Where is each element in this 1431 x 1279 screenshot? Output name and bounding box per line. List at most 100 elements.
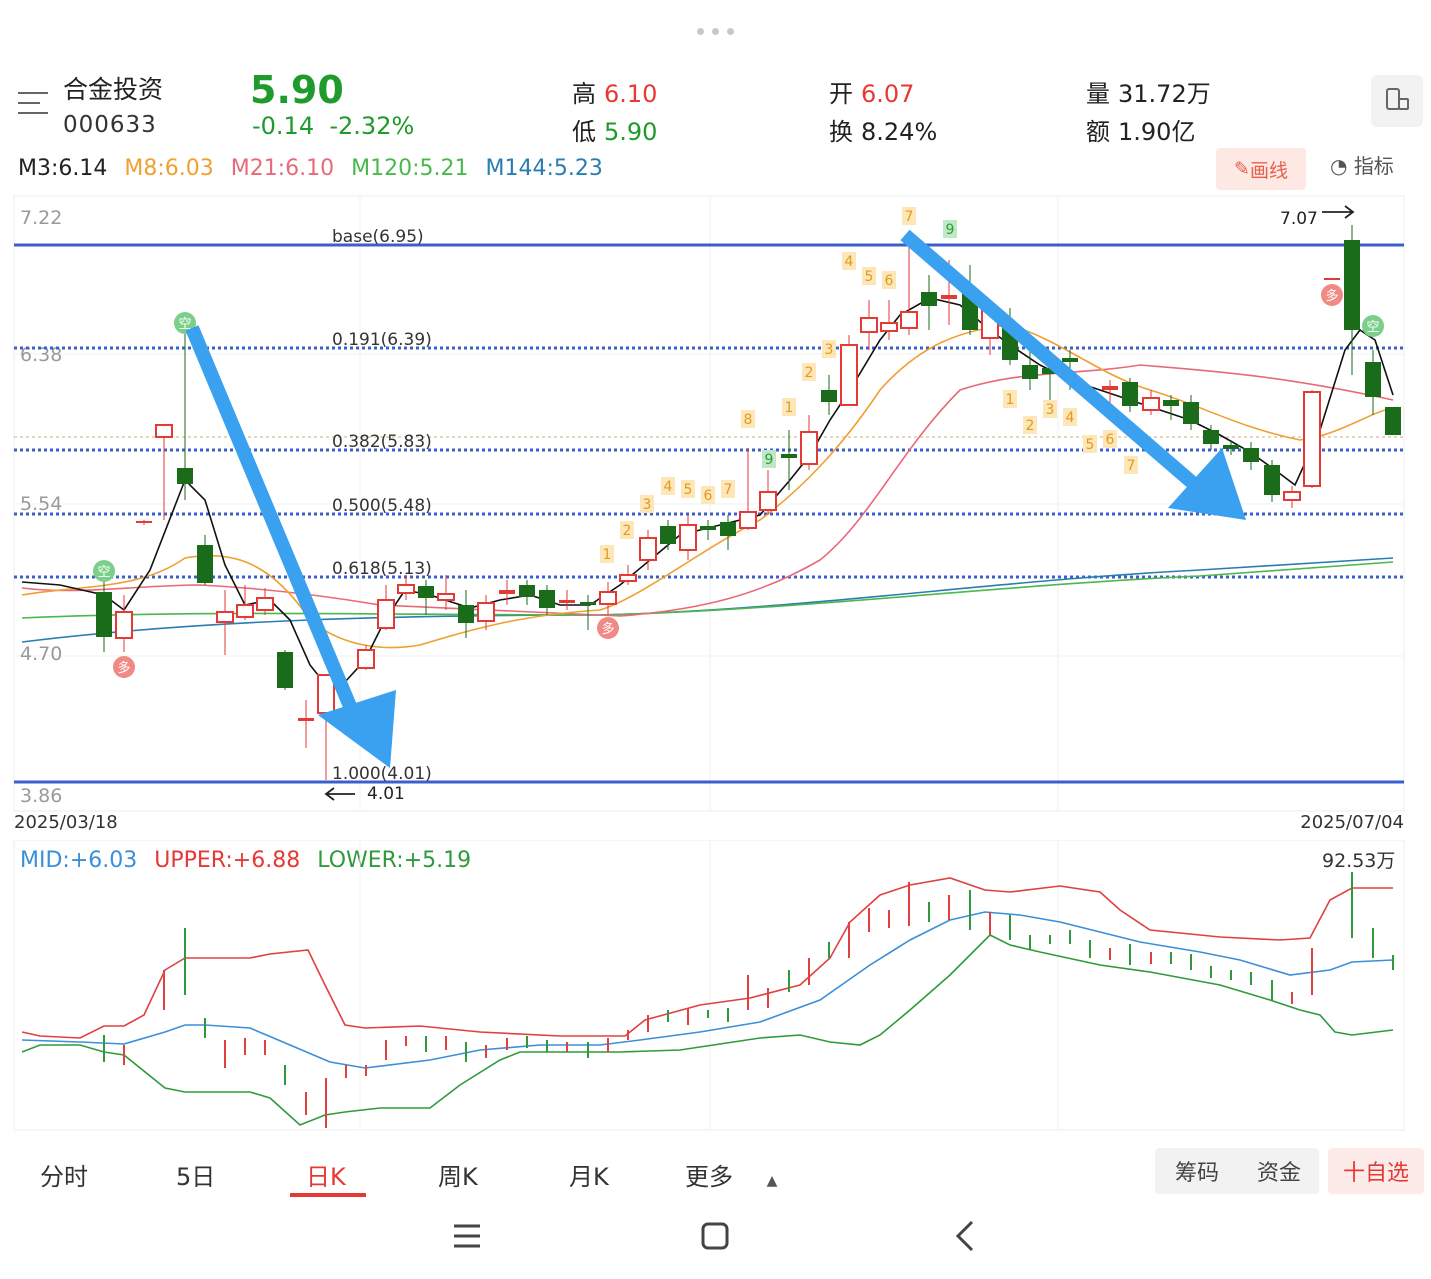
device-rotate-icon[interactable]: [1371, 75, 1423, 127]
td-number: 6: [704, 488, 713, 504]
candle-down: [781, 454, 797, 458]
volume-label: 量: [1086, 80, 1110, 108]
candle-down: [720, 522, 736, 536]
tab-monthly-k[interactable]: 月K: [569, 1157, 609, 1192]
tab-5day[interactable]: 5日: [176, 1157, 215, 1192]
td-number: 2: [1026, 418, 1035, 434]
y-label: 7.22: [20, 207, 62, 229]
fib-label: 0.500(5.48): [332, 496, 432, 516]
indicator-button[interactable]: ◔ 指标: [1330, 150, 1394, 179]
funds-button[interactable]: 资金: [1239, 1148, 1319, 1194]
candle-down: [1223, 445, 1239, 449]
td-number: 7: [1127, 458, 1136, 474]
candle-up: [759, 491, 777, 511]
candle-down: [1385, 407, 1401, 435]
open-label: 开: [829, 80, 853, 108]
sell-signal-text: 空: [97, 565, 110, 580]
candle-down: [1264, 465, 1280, 495]
tab-more[interactable]: 更多 ▲: [685, 1157, 777, 1192]
sell-signal-text: 空: [1366, 320, 1379, 335]
fib-label: 0.382(5.83): [332, 432, 432, 452]
candle-up: [599, 591, 617, 605]
chips-button[interactable]: 筹码: [1155, 1148, 1239, 1194]
candle-down: [580, 602, 596, 605]
ma-legend: M3:6.14 M8:6.03 M21:6.10 M120:5.21 M144:…: [18, 156, 613, 181]
candle-down: [921, 292, 937, 306]
candle-down: [1243, 448, 1259, 462]
amount-stat: 额 1.90亿: [1086, 112, 1195, 147]
high-label: 高: [572, 80, 596, 108]
tab-weekly-k[interactable]: 周K: [438, 1157, 478, 1192]
home-icon[interactable]: [701, 1222, 729, 1250]
buy-signal-text: 多: [601, 621, 614, 637]
candle-up: [357, 649, 375, 669]
boll-ticks: [103, 872, 1394, 1128]
candle-up: [1142, 397, 1160, 411]
td-number: 4: [1066, 410, 1075, 426]
candle-up: [880, 322, 898, 332]
low-value: 5.90: [604, 118, 658, 146]
down-arrow-head-icon: [1168, 448, 1246, 520]
candle-up: [739, 511, 757, 529]
candle-up: [619, 574, 637, 582]
high-stat: 高 6.10: [572, 74, 657, 109]
td-number: 5: [1086, 437, 1095, 453]
tab-more-label: 更多: [685, 1163, 733, 1191]
drag-handle[interactable]: [697, 28, 734, 35]
left-arrow-icon: [324, 787, 355, 801]
y-label: 3.86: [20, 785, 62, 807]
tab-daily-k[interactable]: 日K: [306, 1157, 346, 1192]
menu-icon[interactable]: [18, 90, 48, 116]
amount-value: 1.90亿: [1118, 118, 1196, 146]
candle-up: [1324, 278, 1340, 280]
volume-stat: 量 31.72万: [1086, 74, 1211, 109]
start-date: 2025/03/18: [14, 812, 118, 833]
candle-down: [700, 526, 716, 530]
boll-chart[interactable]: [0, 840, 1431, 1140]
active-tab-indicator: [290, 1193, 366, 1197]
add-watchlist-button[interactable]: 十自选: [1328, 1148, 1424, 1194]
td-number: 1: [603, 547, 612, 563]
fib-label: 0.618(5.13): [332, 559, 432, 579]
candle-up: [216, 611, 234, 623]
low-stat: 低 5.90: [572, 112, 657, 147]
candle-up: [860, 317, 878, 333]
td-number: 5: [865, 269, 874, 285]
candle-down: [1062, 358, 1078, 362]
ma3-label: M3:6.14: [18, 156, 108, 181]
td-number: 3: [1046, 402, 1055, 418]
kline-chart[interactable]: 7.22 6.38 5.54 4.70 3.86 base(6.95) 0.19…: [0, 190, 1431, 835]
high-marker: 7.07: [1280, 209, 1318, 229]
change-percent: -2.32%: [329, 112, 415, 140]
candle-up: [639, 537, 657, 561]
candle-up: [155, 424, 173, 438]
candle-up: [1283, 491, 1301, 501]
rotate-icon-svg: [1386, 88, 1409, 110]
td-number: 2: [805, 365, 814, 381]
caret-up-icon: ▲: [766, 1173, 778, 1189]
change-value: -0.14: [252, 112, 315, 140]
amount-label: 额: [1086, 118, 1110, 146]
tab-intraday[interactable]: 分时: [40, 1157, 88, 1192]
fib-label: 1.000(4.01): [332, 764, 432, 784]
back-icon[interactable]: [955, 1220, 974, 1252]
gauge-icon: ◔: [1330, 154, 1348, 178]
td-number: 5: [684, 482, 693, 498]
open-stat: 开 6.07: [829, 74, 914, 109]
low-marker: 4.01: [367, 784, 405, 804]
candle-up: [499, 590, 515, 594]
end-date: 2025/07/04: [1300, 812, 1404, 833]
boll-mid-line: [21, 911, 1394, 1069]
draw-line-button[interactable]: ✎ 画线: [1216, 148, 1306, 190]
candle-up: [136, 521, 152, 523]
boll-frame: [13, 840, 1405, 1131]
candle-up: [840, 344, 858, 406]
candle-down: [458, 605, 474, 623]
candle-down: [519, 585, 535, 597]
candle-down: [660, 526, 676, 544]
system-navbar: [454, 1220, 974, 1252]
recent-apps-icon[interactable]: [454, 1224, 480, 1248]
candle-up: [900, 311, 918, 329]
draw-line-label: 画线: [1249, 159, 1288, 182]
stock-name: 合金投资: [63, 75, 164, 104]
